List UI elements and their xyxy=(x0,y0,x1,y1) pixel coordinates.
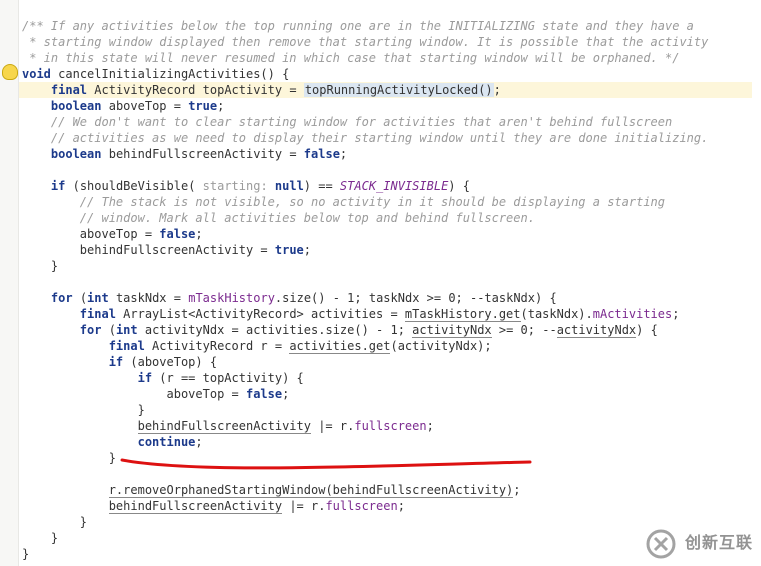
comment-line: // We don't want to clear starting windo… xyxy=(51,115,672,129)
param-hint: starting: xyxy=(203,179,275,193)
lightbulb-icon[interactable] xyxy=(2,64,18,80)
punct: } xyxy=(80,515,87,529)
underlined-call: r.removeOrphanedStartingWindow(behindFul… xyxy=(109,483,514,498)
keyword: if xyxy=(109,355,123,369)
keyword: boolean xyxy=(51,99,102,113)
code: >= 0; -- xyxy=(492,323,557,337)
keyword: continue xyxy=(138,435,196,449)
punct: ; xyxy=(282,387,289,401)
keyword: int xyxy=(116,323,138,337)
keyword: final xyxy=(80,307,116,321)
code: (activityNdx); xyxy=(390,339,491,353)
keyword: if xyxy=(138,371,152,385)
keyword: int xyxy=(87,291,109,305)
underlined: activities.get xyxy=(289,339,390,354)
ident: aboveTop = xyxy=(80,227,159,241)
punct: } xyxy=(51,259,58,273)
type: ActivityRecord xyxy=(94,83,195,97)
code-editor[interactable]: /** If any activities below the top runn… xyxy=(0,0,761,562)
method-call: topRunningActivityLocked() xyxy=(304,83,494,97)
field: fullscreen xyxy=(354,419,426,433)
punct: ) { xyxy=(636,323,658,337)
punct: ) == xyxy=(304,179,340,193)
punct: } xyxy=(109,451,116,465)
code: ActivityRecord r = xyxy=(145,339,290,353)
ident: topActivity = xyxy=(203,83,304,97)
code: |= r. xyxy=(282,499,325,513)
ident: aboveTop = xyxy=(167,387,246,401)
method-call: (shouldBeVisible( xyxy=(73,179,203,193)
keyword: false xyxy=(246,387,282,401)
punct: ) { xyxy=(448,179,470,193)
punct: ; xyxy=(494,83,501,97)
watermark-text: 创新互联 xyxy=(685,536,753,552)
field: mActivities xyxy=(593,307,672,321)
keyword: null xyxy=(275,179,304,193)
comment-line: /** If any activities below the top runn… xyxy=(22,19,694,33)
punct: ; xyxy=(513,483,520,497)
underlined: behindFullscreenActivity xyxy=(109,499,282,514)
editor-gutter xyxy=(0,0,19,566)
code: (r == topActivity) { xyxy=(152,371,304,385)
comment-line: // The stack is not visible, so no activ… xyxy=(80,195,665,209)
code: |= r. xyxy=(311,419,354,433)
punct: ; xyxy=(427,419,434,433)
comment-line: // activities as we need to display thei… xyxy=(51,131,708,145)
field: fullscreen xyxy=(325,499,397,513)
comment-line: // window. Mark all activities below top… xyxy=(80,211,535,225)
underlined: activityNdx xyxy=(412,323,491,338)
punct: } xyxy=(22,547,29,561)
keyword: void xyxy=(22,67,51,81)
keyword: final xyxy=(109,339,145,353)
code: activityNdx = activities.size() - 1; xyxy=(138,323,413,337)
code: (taskNdx). xyxy=(521,307,593,321)
punct: } xyxy=(51,531,58,545)
underlined: activityNdx xyxy=(557,323,636,338)
punct: ; xyxy=(304,243,311,257)
keyword: for xyxy=(80,323,102,337)
keyword: false xyxy=(304,147,340,161)
watermark-logo-icon xyxy=(645,528,677,560)
punct: ; xyxy=(398,499,405,513)
punct: ; xyxy=(672,307,679,321)
ident: taskNdx = xyxy=(109,291,188,305)
punct: ; xyxy=(340,147,347,161)
ident: behindFullscreenActivity = xyxy=(80,243,275,257)
watermark: 创新互联 xyxy=(645,528,753,560)
comment-line: * starting window displayed then remove … xyxy=(22,35,708,49)
keyword: for xyxy=(51,291,73,305)
punct: ; xyxy=(195,227,202,241)
underlined: behindFullscreenActivity xyxy=(138,419,311,434)
code: .size() - 1; taskNdx >= 0; --taskNdx) { xyxy=(275,291,557,305)
keyword: if xyxy=(51,179,65,193)
constant: STACK_INVISIBLE xyxy=(340,179,448,193)
keyword: true xyxy=(275,243,304,257)
punct: } xyxy=(138,403,145,417)
method-signature: cancelInitializingActivities() { xyxy=(58,67,289,81)
punct: ; xyxy=(217,99,224,113)
ident: behindFullscreenActivity = xyxy=(109,147,304,161)
keyword: false xyxy=(159,227,195,241)
comment-line: * in this state will never resumed in wh… xyxy=(22,51,679,65)
keyword: true xyxy=(188,99,217,113)
ident: aboveTop = xyxy=(109,99,188,113)
punct: ( xyxy=(73,291,87,305)
keyword: final xyxy=(51,83,87,97)
keyword: boolean xyxy=(51,147,102,161)
field: mTaskHistory xyxy=(188,291,275,305)
code: ArrayList<ActivityRecord> activities = xyxy=(116,307,405,321)
punct: ; xyxy=(195,435,202,449)
code: (aboveTop) { xyxy=(123,355,217,369)
underlined: mTaskHistory.get xyxy=(405,307,521,322)
punct: ( xyxy=(101,323,115,337)
